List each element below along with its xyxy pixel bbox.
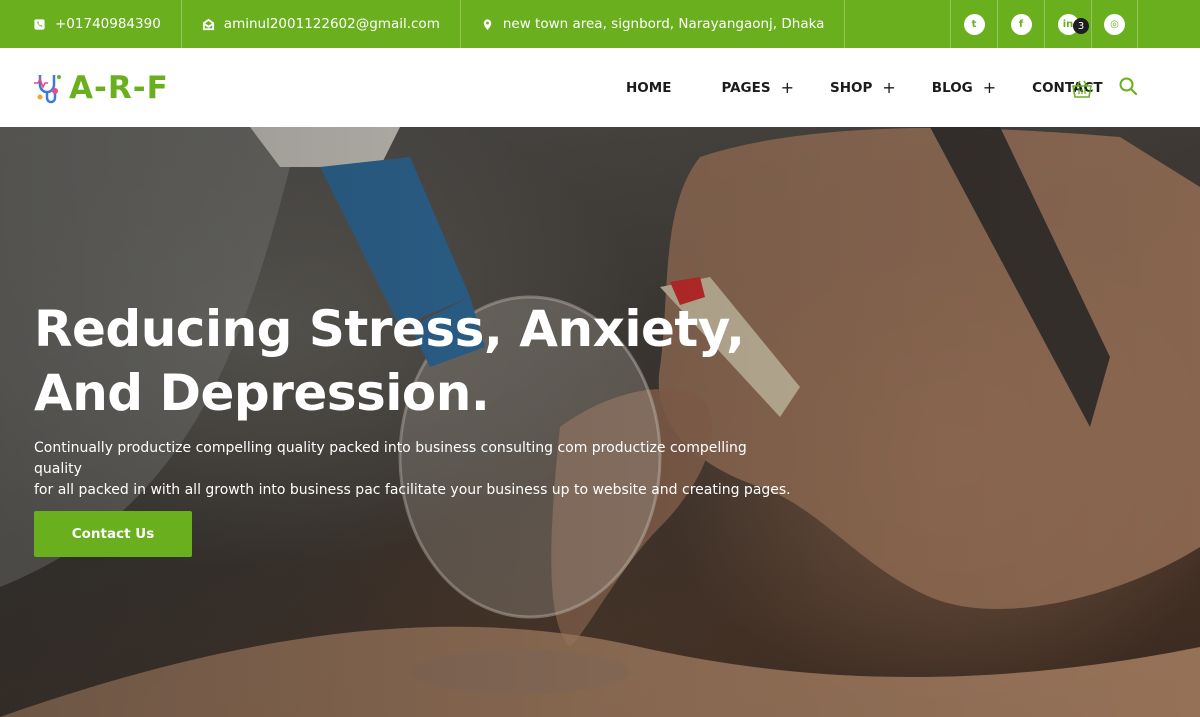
hero-description-line-1: Continually productize compelling qualit… <box>34 440 747 477</box>
nav-shop-label: SHOP <box>829 79 873 96</box>
nav-home[interactable]: HOME <box>626 80 671 96</box>
nav-blog[interactable]: BLOG + <box>932 78 996 97</box>
main-nav: HOME PAGES + SHOP + BLOG + CONTACT <box>626 48 1127 127</box>
phone-icon <box>34 18 45 30</box>
hero-title: Reducing Stress, Anxiety, And Depression… <box>34 297 745 425</box>
hero-banner: Reducing Stress, Anxiety, And Depression… <box>0 127 1200 717</box>
phone-item[interactable]: +01740984390 <box>0 0 182 48</box>
hero-description-line-2: for all packed in with all growth into b… <box>34 482 791 498</box>
facebook-link[interactable]: f <box>997 0 1044 48</box>
instagram-icon: ◎ <box>1104 13 1125 35</box>
email-address: aminul2001122602@gmail.com <box>223 16 440 32</box>
stethoscope-logo-icon <box>34 75 61 104</box>
nav-pages-label: PAGES <box>721 79 771 96</box>
hero-title-line-1: Reducing Stress, Anxiety, <box>34 300 745 358</box>
envelope-icon <box>202 18 214 30</box>
contact-us-button[interactable]: Contact Us <box>34 511 192 557</box>
nav-shop[interactable]: SHOP + <box>830 78 896 97</box>
search-icon[interactable] <box>1118 76 1138 96</box>
hero-description: Continually productize compelling qualit… <box>34 438 794 501</box>
nav-home-label: HOME <box>626 79 672 96</box>
basket-icon[interactable] <box>1071 79 1093 99</box>
cart-count-badge: 3 <box>1073 18 1089 34</box>
twitter-link[interactable]: t <box>950 0 997 48</box>
site-logo[interactable]: A-R-F <box>32 70 169 106</box>
phone-number: +01740984390 <box>55 16 161 32</box>
nav-blog-label: BLOG <box>931 79 973 96</box>
hero-title-line-2: And Depression. <box>34 364 490 422</box>
map-pin-icon <box>483 18 492 30</box>
main-header: A-R-F HOME PAGES + SHOP + BLOG + CONTACT <box>0 48 1200 127</box>
instagram-link[interactable]: ◎ <box>1091 0 1138 48</box>
plus-icon: + <box>882 78 896 97</box>
address-item[interactable]: new town area, signbord, Narayangaonj, D… <box>461 0 846 48</box>
plus-icon: + <box>982 78 997 97</box>
top-bar: +01740984390 aminul2001122602@gmail.com … <box>0 0 1200 48</box>
plus-icon: + <box>780 78 794 97</box>
nav-pages[interactable]: PAGES + <box>721 78 794 97</box>
logo-text: A-R-F <box>69 70 169 106</box>
facebook-icon: f <box>1010 13 1032 35</box>
address-text: new town area, signbord, Narayangaonj, D… <box>502 16 825 32</box>
twitter-icon: t <box>963 13 985 35</box>
email-item[interactable]: aminul2001122602@gmail.com <box>182 0 461 48</box>
